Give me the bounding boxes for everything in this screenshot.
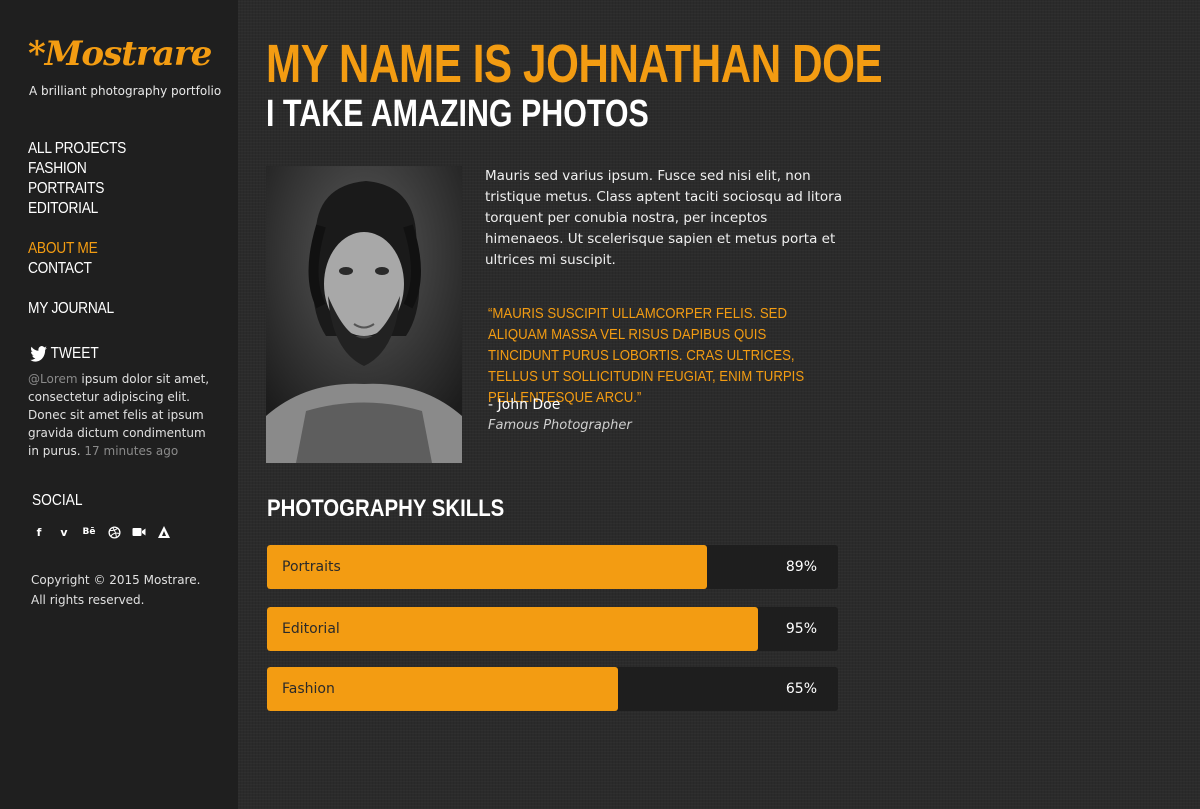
skill-percent: 89% — [785, 559, 817, 575]
quote-author: - John Doe — [488, 397, 561, 413]
skill-bar-fashion: Fashion 65% — [267, 667, 838, 711]
tweet-title: TWEET — [50, 345, 99, 362]
skill-percent: 95% — [785, 621, 817, 637]
nav-item-my-journal[interactable]: MY JOURNAL — [28, 299, 114, 319]
copyright-line-2: All rights reserved. — [31, 593, 145, 607]
sidebar: *Mostrare A brilliant photography portfo… — [0, 0, 238, 809]
skill-fill — [267, 607, 759, 651]
copyright: Copyright © 2015 Mostrare. All rights re… — [31, 570, 200, 610]
page-subtitle: I TAKE AMAZING PHOTOS — [266, 93, 649, 135]
nav-item-fashion[interactable]: FASHION — [28, 159, 126, 179]
skill-bar-portraits: Portraits 89% — [267, 545, 838, 589]
twitter-icon — [30, 346, 47, 362]
page-title: MY NAME IS JOHNATHAN DOE — [266, 34, 883, 94]
skill-percent: 65% — [785, 681, 817, 697]
nav-group-projects: ALL PROJECTS FASHION PORTRAITS EDITORIAL — [28, 139, 142, 219]
portrait-photo — [266, 166, 462, 463]
social-title: SOCIAL — [32, 492, 83, 509]
tweet-handle[interactable]: @Lorem — [28, 372, 78, 386]
bio-text: Mauris sed varius ipsum. Fusce sed nisi … — [485, 168, 842, 268]
behance-icon[interactable]: Bē — [81, 524, 97, 540]
quote-role: Famous Photographer — [488, 418, 632, 433]
nav-item-portraits[interactable]: PORTRAITS — [28, 179, 126, 199]
nav-item-about-me[interactable]: ABOUT ME — [28, 239, 98, 259]
tweet-text: @Lorem ipsum dolor sit amet, consectetur… — [28, 370, 218, 460]
nav-item-all-projects[interactable]: ALL PROJECTS — [28, 139, 126, 159]
skills-heading: PHOTOGRAPHY SKILLS — [267, 495, 505, 522]
social-icons: f v Bē — [31, 524, 172, 540]
nav-group-journal: MY JOURNAL — [28, 299, 128, 319]
tagline: A brilliant photography portfolio — [29, 84, 222, 98]
tweet-time: 17 minutes ago — [84, 444, 179, 458]
skill-label: Fashion — [282, 681, 335, 697]
vimeo-icon[interactable]: v — [56, 524, 72, 540]
social-heading: SOCIAL — [32, 492, 82, 510]
skill-label: Editorial — [282, 621, 340, 637]
nav-item-editorial[interactable]: EDITORIAL — [28, 199, 126, 219]
nav-item-contact[interactable]: CONTACT — [28, 259, 98, 279]
tweet-heading: TWEET — [30, 345, 99, 363]
vectr-icon[interactable] — [156, 524, 172, 540]
nav-group-about: ABOUT ME CONTACT — [28, 239, 109, 279]
dribbble-icon[interactable] — [106, 524, 122, 540]
facebook-icon[interactable]: f — [31, 524, 47, 540]
skill-bar-editorial: Editorial 95% — [267, 607, 838, 651]
copyright-line-1: Copyright © 2015 Mostrare. — [31, 573, 201, 587]
video-icon[interactable] — [131, 524, 147, 540]
logo[interactable]: *Mostrare — [28, 34, 212, 74]
quote-text: “MAURIS SUSCIPIT ULLAMCORPER FELIS. SED … — [488, 305, 805, 406]
skill-label: Portraits — [282, 559, 341, 575]
